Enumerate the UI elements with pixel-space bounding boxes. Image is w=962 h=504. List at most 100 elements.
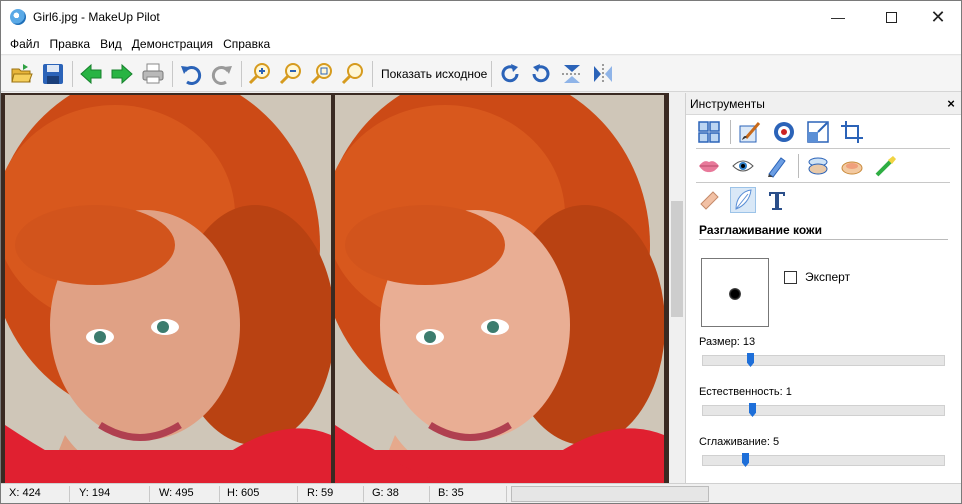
brush-tool-button[interactable]: [737, 119, 763, 145]
text-tool-button[interactable]: [764, 187, 790, 213]
brush-icon: [739, 121, 761, 142]
print-button[interactable]: [140, 61, 166, 87]
open-folder-icon: [11, 63, 33, 82]
naturalness-slider[interactable]: [702, 403, 945, 417]
vertical-scrollbar[interactable]: [669, 93, 685, 483]
menu-view[interactable]: Вид: [95, 37, 127, 51]
forward-button[interactable]: [109, 61, 135, 87]
flip-vertical-icon: [562, 64, 583, 83]
menu-bar: Файл Правка Вид Демонстрация Справка: [1, 33, 961, 55]
expert-checkbox-row[interactable]: Эксперт: [784, 270, 850, 284]
foundation-tool-button[interactable]: [805, 153, 831, 179]
brush-preview: [701, 258, 769, 327]
flip-horizontal-button[interactable]: [590, 61, 616, 87]
undo-button[interactable]: [178, 61, 204, 87]
rotate-right-button[interactable]: [497, 61, 523, 87]
skin-smoothing-tool-button[interactable]: [730, 187, 756, 213]
portrait-original-image: [5, 95, 331, 483]
status-divider: [149, 486, 150, 502]
zoom-actual-button[interactable]: [340, 61, 366, 87]
zoom-fit-button[interactable]: [309, 61, 335, 87]
rotate-left-button[interactable]: [528, 61, 554, 87]
teeth-tool-button[interactable]: [873, 153, 899, 179]
eyeliner-pencil-icon: [768, 156, 786, 178]
zoom-out-button[interactable]: [278, 61, 304, 87]
expert-checkbox[interactable]: [784, 270, 797, 284]
size-slider[interactable]: [702, 353, 945, 367]
menu-file[interactable]: Файл: [5, 37, 45, 51]
window-title: Girl6.jpg - MakeUp Pilot: [33, 10, 160, 24]
status-x: X: 424: [9, 487, 41, 499]
save-button[interactable]: [40, 61, 66, 87]
naturalness-label: Естественность: 1: [699, 386, 792, 398]
status-r: R: 59: [307, 487, 334, 499]
tools-panel-close-button[interactable]: ×: [941, 96, 961, 111]
flip-horizontal-icon: [594, 63, 613, 84]
app-window: Girl6.jpg - MakeUp Pilot — ✕ Файл Правка…: [0, 0, 962, 504]
size-label: Размер: 13: [699, 336, 756, 348]
tool-row-3: [696, 183, 950, 217]
toolbar-separator: [72, 60, 73, 87]
status-divider: [297, 486, 298, 502]
lips-tool-button[interactable]: [696, 153, 722, 179]
rotate-ccw-icon: [532, 63, 550, 82]
menu-help[interactable]: Справка: [218, 37, 275, 51]
maximize-button[interactable]: [868, 1, 914, 33]
status-b: B: 35: [438, 487, 464, 499]
menu-demo[interactable]: Демонстрация: [127, 37, 218, 51]
status-divider: [69, 486, 70, 502]
smoothing-slider[interactable]: [702, 453, 945, 467]
image-canvas[interactable]: [1, 93, 669, 483]
app-icon: [10, 9, 26, 25]
tool-separator: [730, 119, 731, 144]
blush-compact-icon: [841, 161, 863, 174]
redo-icon: [211, 65, 232, 85]
status-divider: [363, 486, 364, 502]
close-button[interactable]: ✕: [915, 1, 961, 33]
minimize-button[interactable]: —: [815, 1, 861, 33]
show-original-button[interactable]: Показать исходное: [378, 67, 490, 81]
status-g: G: 38: [372, 487, 399, 499]
back-button[interactable]: [78, 61, 104, 87]
blush-tool-button[interactable]: [839, 153, 865, 179]
tool-row-1: [696, 115, 950, 149]
open-button[interactable]: [9, 61, 35, 87]
status-bar: X: 424 Y: 194 W: 495 H: 605 R: 59 G: 38 …: [1, 483, 961, 503]
eye-icon: [732, 160, 754, 171]
zoom-in-button[interactable]: [247, 61, 273, 87]
arrow-left-icon: [80, 63, 102, 84]
status-w: W: 495: [159, 487, 194, 499]
status-h: H: 605: [227, 487, 260, 499]
size-slider-handle[interactable]: [747, 353, 754, 367]
redo-button[interactable]: [209, 61, 235, 87]
menu-edit[interactable]: Правка: [45, 37, 96, 51]
smoothing-slider-handle[interactable]: [742, 453, 749, 467]
grid-layout-icon: [698, 120, 720, 143]
tools-panel-title: Инструменты: [690, 96, 765, 111]
color-tool-button[interactable]: [771, 119, 797, 145]
toolbar-separator: [241, 60, 242, 87]
flip-vertical-button[interactable]: [559, 61, 585, 87]
expert-label: Эксперт: [805, 270, 851, 284]
result-photo: [335, 95, 664, 483]
crop-tool-button[interactable]: [839, 119, 865, 145]
zoom-in-icon: [248, 62, 270, 84]
resize-tool-button[interactable]: [805, 119, 831, 145]
toolbar-separator: [172, 60, 173, 87]
feather-icon: [735, 189, 752, 210]
pencil-tool-button[interactable]: [764, 153, 790, 179]
compact-powder-icon: [808, 157, 828, 174]
title-bar: Girl6.jpg - MakeUp Pilot — ✕: [1, 1, 961, 33]
eye-tool-button[interactable]: [730, 153, 756, 179]
naturalness-slider-handle[interactable]: [749, 403, 756, 417]
layout-tool-button[interactable]: [696, 119, 722, 145]
skin-tool-button[interactable]: [696, 187, 722, 213]
scrollbar-thumb[interactable]: [671, 201, 683, 317]
maximize-icon: [885, 11, 897, 23]
status-divider: [219, 486, 220, 502]
status-divider: [429, 486, 430, 502]
tools-panel: Инструменты × Разглаживание кожи Эксперт…: [685, 93, 961, 483]
toolbar: Показать исходное: [1, 56, 961, 92]
status-divider: [506, 486, 507, 502]
status-progress-bar: [511, 486, 709, 502]
